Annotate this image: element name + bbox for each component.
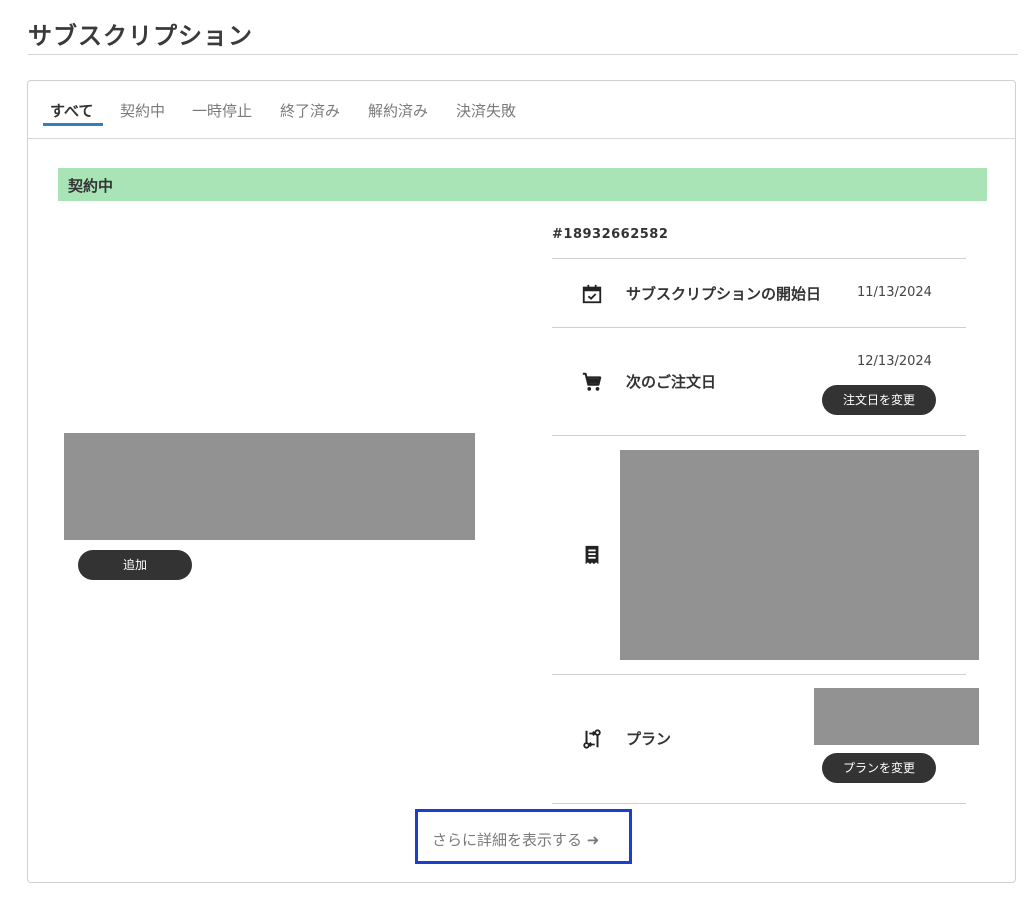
- show-more-label: さらに詳細を表示する ➜: [432, 831, 600, 849]
- divider: [552, 674, 966, 675]
- change-order-date-button[interactable]: 注文日を変更: [822, 385, 936, 415]
- tab-active[interactable]: 契約中: [120, 100, 165, 121]
- divider: [552, 258, 966, 259]
- divider: [552, 435, 966, 436]
- subscription-card: すべて 契約中 一時停止 終了済み 解約済み 決済失敗 契約中 追加 #1893…: [27, 80, 1016, 883]
- receipt-icon: [585, 545, 599, 565]
- add-button[interactable]: 追加: [78, 550, 192, 580]
- start-date-label: サブスクリプションの開始日: [626, 285, 822, 303]
- page-title: サブスクリプション: [28, 22, 253, 50]
- divider: [552, 327, 966, 328]
- status-label: 契約中: [68, 177, 114, 195]
- title-divider: [28, 54, 1018, 55]
- next-order-value: 12/13/2024: [857, 354, 932, 369]
- order-details-placeholder: [620, 450, 979, 660]
- plan-label: プラン: [626, 730, 672, 748]
- status-tabs: すべて 契約中 一時停止 終了済み 解約済み 決済失敗: [28, 81, 1015, 139]
- next-order-label: 次のご注文日: [626, 373, 717, 391]
- cart-icon: [582, 372, 602, 391]
- product-image-placeholder: [64, 433, 475, 540]
- tab-paused[interactable]: 一時停止: [192, 100, 252, 121]
- show-more-details-link[interactable]: さらに詳細を表示する ➜: [415, 809, 632, 864]
- plan-value-placeholder: [814, 688, 979, 745]
- start-date-value: 11/13/2024: [857, 285, 932, 300]
- swap-icon: [583, 729, 601, 749]
- active-tab-indicator: [43, 123, 103, 126]
- change-plan-button[interactable]: プランを変更: [822, 753, 936, 783]
- tab-ended[interactable]: 終了済み: [280, 100, 340, 121]
- order-number: #18932662582: [552, 227, 669, 242]
- tab-payment-failed[interactable]: 決済失敗: [456, 100, 516, 121]
- divider: [552, 803, 966, 804]
- status-banner: 契約中: [58, 168, 987, 201]
- tab-all[interactable]: すべて: [50, 100, 93, 121]
- calendar-check-icon: [582, 284, 602, 304]
- tab-cancelled[interactable]: 解約済み: [368, 100, 428, 121]
